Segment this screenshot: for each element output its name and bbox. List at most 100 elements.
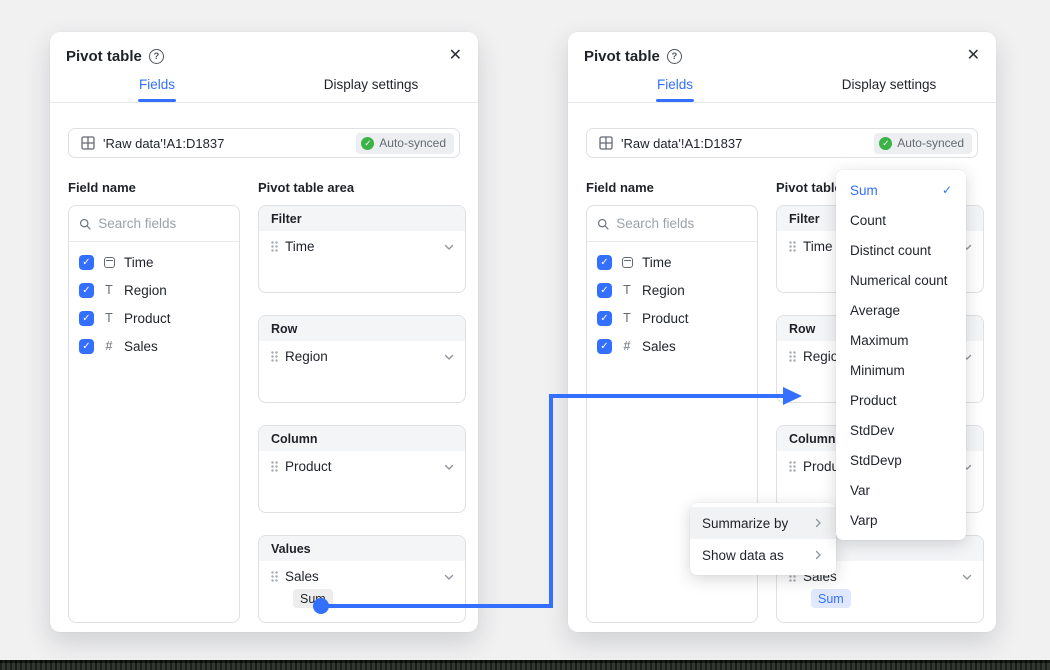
dropdown-item-var[interactable]: Var — [836, 475, 966, 505]
field-label: Region — [124, 283, 167, 298]
field-checkbox[interactable]: ✓ — [79, 283, 94, 298]
dropdown-item-product[interactable]: Product — [836, 385, 966, 415]
field-label: Time — [642, 255, 672, 270]
field-items: ✓ Time ✓ T Region ✓ T Product ✓ # S — [587, 242, 757, 360]
help-icon[interactable]: ? — [667, 49, 682, 64]
value-aggregation-tag[interactable]: Sum — [811, 589, 851, 608]
field-checkbox[interactable]: ✓ — [597, 339, 612, 354]
dropdown-item-count[interactable]: Count — [836, 205, 966, 235]
field-checkbox[interactable]: ✓ — [597, 283, 612, 298]
pivot-dialog-left: Pivot table ? ✕ Fields Display settings … — [50, 32, 478, 632]
date-icon — [102, 257, 116, 268]
dialog-title: Pivot table — [584, 48, 660, 65]
tab-fields[interactable]: Fields — [568, 72, 782, 102]
close-icon[interactable]: ✕ — [449, 46, 462, 66]
drag-handle-icon[interactable] — [271, 351, 278, 363]
drag-handle-icon[interactable] — [789, 461, 796, 473]
field-label: Sales — [124, 339, 158, 354]
field-search — [69, 206, 239, 242]
field-name-heading: Field name — [586, 180, 654, 195]
submenu-chevron-icon — [812, 517, 824, 529]
dialog-header: Pivot table ? ✕ — [584, 46, 980, 66]
data-source-field[interactable]: 'Raw data'!A1:D1837 ✓ Auto-synced — [68, 128, 460, 158]
field-chip-product[interactable]: Product — [259, 451, 465, 474]
chevron-down-icon[interactable] — [443, 351, 455, 363]
date-icon — [620, 257, 634, 268]
field-checkbox[interactable]: ✓ — [79, 311, 94, 326]
field-checkbox[interactable]: ✓ — [597, 255, 612, 270]
dropdown-item-minimum[interactable]: Minimum — [836, 355, 966, 385]
tab-display-settings[interactable]: Display settings — [264, 72, 478, 102]
tab-fields[interactable]: Fields — [50, 72, 264, 102]
field-checkbox[interactable]: ✓ — [79, 339, 94, 354]
field-checkbox[interactable]: ✓ — [597, 311, 612, 326]
text-icon: T — [620, 311, 634, 325]
pivot-section-row: Row Region — [258, 315, 466, 403]
screen: Pivot table ? ✕ Fields Display settings … — [0, 0, 1050, 670]
field-checkbox[interactable]: ✓ — [79, 255, 94, 270]
field-row-region[interactable]: ✓ T Region — [69, 276, 239, 304]
field-row-region[interactable]: ✓ T Region — [587, 276, 757, 304]
field-label: Product — [124, 311, 171, 326]
dropdown-item-distinct-count[interactable]: Distinct count — [836, 235, 966, 265]
dialog-title: Pivot table — [66, 48, 142, 65]
sync-check-icon: ✓ — [361, 137, 374, 150]
field-items: ✓ Time ✓ T Region ✓ T Product ✓ # S — [69, 242, 239, 360]
drag-handle-icon[interactable] — [789, 351, 796, 363]
chevron-down-icon[interactable] — [443, 241, 455, 253]
auto-synced-badge: ✓ Auto-synced — [356, 133, 454, 154]
data-source-range: 'Raw data'!A1:D1837 — [621, 136, 874, 151]
auto-synced-label: Auto-synced — [379, 136, 446, 150]
search-input[interactable] — [616, 216, 747, 231]
dropdown-item-varp[interactable]: Varp — [836, 505, 966, 535]
dropdown-item-stddev[interactable]: StdDev — [836, 415, 966, 445]
tab-bar: Fields Display settings — [50, 72, 478, 103]
drag-handle-icon[interactable] — [789, 241, 796, 253]
section-header: Values — [259, 536, 465, 561]
field-list: ✓ Time ✓ T Region ✓ T Product ✓ # S — [68, 205, 240, 623]
chevron-down-icon[interactable] — [961, 571, 973, 583]
field-search — [587, 206, 757, 242]
field-row-sales[interactable]: ✓ # Sales — [587, 332, 757, 360]
field-row-product[interactable]: ✓ T Product — [69, 304, 239, 332]
text-icon: T — [102, 283, 116, 297]
menu-item-show-data-as[interactable]: Show data as — [690, 539, 836, 571]
chevron-down-icon[interactable] — [443, 571, 455, 583]
menu-item-summarize-by[interactable]: Summarize by — [690, 507, 836, 539]
tab-bar: Fields Display settings — [568, 72, 996, 103]
context-menu: Summarize by Show data as — [690, 503, 836, 575]
field-chip-sales[interactable]: Sales — [259, 561, 465, 584]
pivot-area-heading: Pivot table area — [258, 180, 354, 195]
value-aggregation-tag[interactable]: Sum — [293, 589, 333, 608]
chevron-down-icon[interactable] — [443, 461, 455, 473]
number-icon: # — [102, 339, 116, 353]
section-header: Row — [259, 316, 465, 341]
dropdown-item-maximum[interactable]: Maximum — [836, 325, 966, 355]
field-chip-time[interactable]: Time — [259, 231, 465, 254]
dropdown-item-sum[interactable]: Sum ✓ — [836, 175, 966, 205]
pivot-section-filter: Filter Time — [258, 205, 466, 293]
data-source-field[interactable]: 'Raw data'!A1:D1837 ✓ Auto-synced — [586, 128, 978, 158]
tab-display-settings[interactable]: Display settings — [782, 72, 996, 102]
field-chip-region[interactable]: Region — [259, 341, 465, 364]
drag-handle-icon[interactable] — [271, 461, 278, 473]
field-row-time[interactable]: ✓ Time — [587, 248, 757, 276]
dialog-header: Pivot table ? ✕ — [66, 46, 462, 66]
aggregation-dropdown: Sum ✓ Count Distinct count Numerical cou… — [836, 170, 966, 540]
grid-icon — [599, 136, 613, 150]
dropdown-item-average[interactable]: Average — [836, 295, 966, 325]
drag-handle-icon[interactable] — [271, 241, 278, 253]
search-input[interactable] — [98, 216, 229, 231]
help-icon[interactable]: ? — [149, 49, 164, 64]
search-icon — [597, 217, 609, 231]
field-row-time[interactable]: ✓ Time — [69, 248, 239, 276]
selected-check-icon: ✓ — [942, 183, 952, 197]
tab-fields-label: Fields — [139, 77, 175, 92]
dropdown-item-stddevp[interactable]: StdDevp — [836, 445, 966, 475]
drag-handle-icon[interactable] — [271, 571, 278, 583]
dropdown-item-numerical-count[interactable]: Numerical count — [836, 265, 966, 295]
close-icon[interactable]: ✕ — [967, 46, 980, 66]
field-row-sales[interactable]: ✓ # Sales — [69, 332, 239, 360]
section-header: Filter — [259, 206, 465, 231]
field-row-product[interactable]: ✓ T Product — [587, 304, 757, 332]
